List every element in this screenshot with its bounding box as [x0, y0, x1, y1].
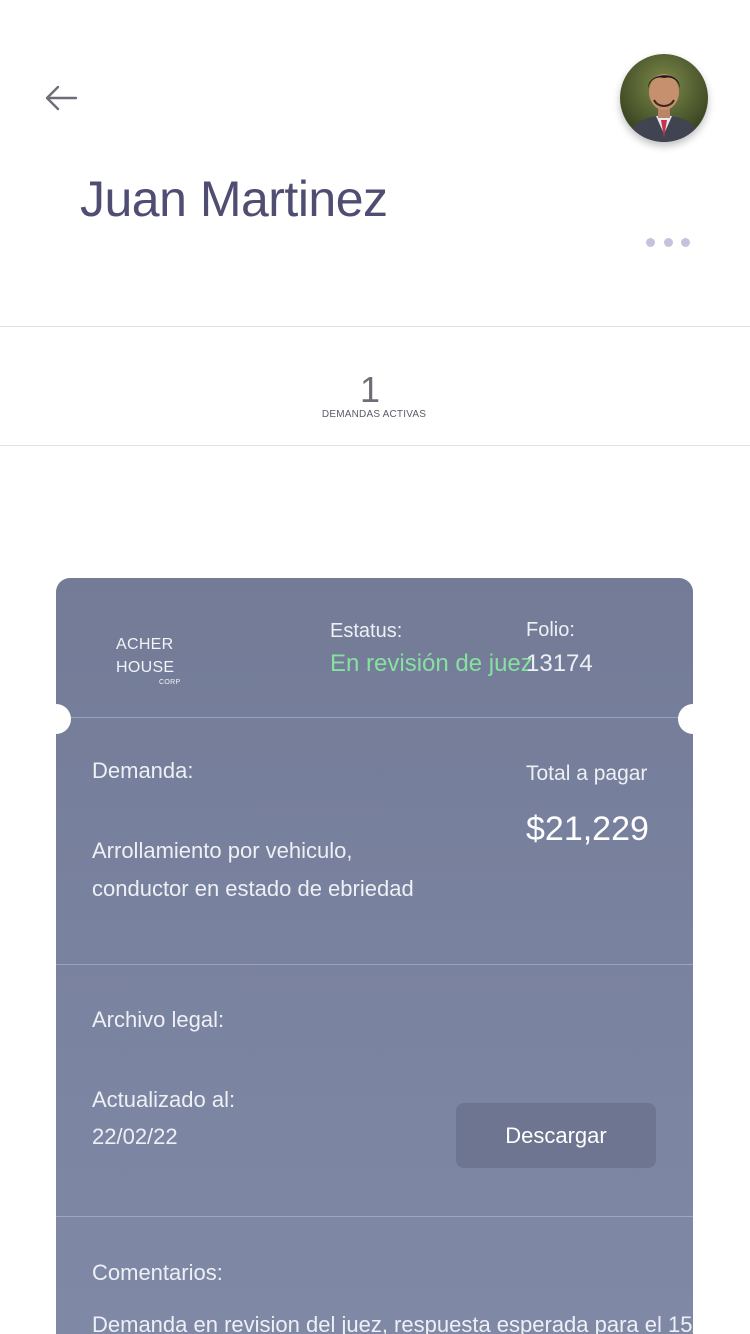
legal-file-label: Archivo legal: [92, 1007, 225, 1032]
folio-value: 13174 [526, 650, 593, 677]
comments-text: Demanda en revision del juez, respuesta … [92, 1312, 693, 1334]
ticket-notch [678, 704, 693, 734]
avatar[interactable] [620, 54, 708, 142]
active-demands-label: DEMANDAS ACTIVAS [321, 409, 427, 420]
status-value: En revisión de juez [330, 650, 533, 677]
demand-label: Demanda: [92, 758, 194, 783]
more-options-button[interactable] [646, 232, 690, 252]
logo-line: CORP [159, 679, 181, 686]
demand-description-line: Arrollamiento por vehiculo, [92, 838, 353, 863]
comments-label: Comentarios: [92, 1260, 223, 1285]
arrow-left-icon [45, 85, 78, 111]
logo-line: ACHER [116, 636, 174, 653]
user-photo-icon [620, 54, 708, 142]
updated-date: 22/02/22 [92, 1124, 178, 1149]
dot-icon [681, 237, 690, 247]
total-label: Total a pagar [526, 762, 648, 785]
demand-card: ACHER HOUSE CORP Estatus: En revisión de… [56, 578, 693, 1334]
divider [56, 964, 693, 965]
demand-description-line: conductor en estado de ebriedad [92, 876, 414, 901]
stats-bar: 1 DEMANDAS ACTIVAS [0, 326, 750, 446]
dot-icon [663, 237, 673, 247]
status-label: Estatus: [330, 620, 403, 642]
updated-label: Actualizado al: [92, 1087, 236, 1112]
demand-description: Arrollamiento por vehiculo, conductor en… [92, 832, 414, 908]
profile-screen: Juan Martinez 1 DEMANDAS ACTIVAS ACHER H… [0, 0, 750, 1334]
dot-icon [646, 237, 655, 247]
download-button[interactable]: Descargar [456, 1103, 656, 1168]
active-demands-count: 1 [359, 369, 381, 410]
divider [56, 717, 693, 718]
ticket-notch [56, 704, 71, 734]
folio-label: Folio: [526, 619, 575, 641]
divider [56, 1216, 693, 1217]
logo-line: HOUSE [116, 659, 175, 676]
page-title: Juan Martinez [80, 171, 388, 227]
company-logo: ACHER HOUSE CORP [116, 636, 196, 686]
back-button[interactable] [40, 80, 84, 116]
total-amount: $21,229 [526, 810, 649, 848]
